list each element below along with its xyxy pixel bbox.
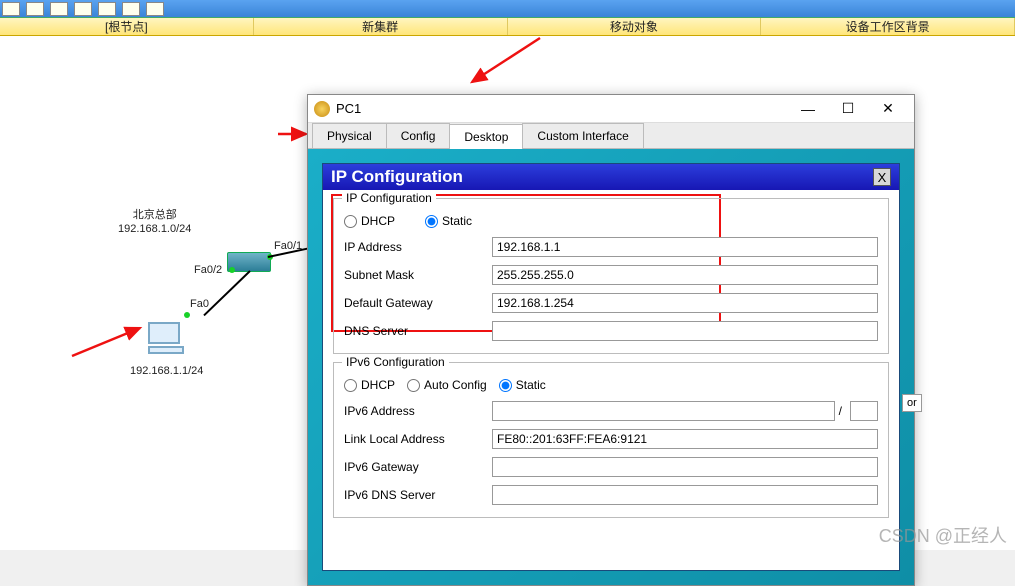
pc-dialog: PC1 — ☐ ✕ Physical Config Desktop Custom…	[307, 94, 915, 586]
pc-device[interactable]	[148, 322, 190, 354]
ipv6-gw-label: IPv6 Gateway	[344, 460, 492, 474]
panel-title: IP Configuration	[331, 167, 463, 187]
ipv6-gateway-input[interactable]	[492, 457, 878, 477]
ipv6-dns-label: IPv6 DNS Server	[344, 488, 492, 502]
tab-desktop[interactable]: Desktop	[449, 124, 523, 149]
tab-strip: Physical Config Desktop Custom Interface	[308, 123, 914, 149]
panel-close-button[interactable]: X	[873, 168, 891, 186]
gateway-input[interactable]	[492, 293, 878, 313]
ipv6-dns-input[interactable]	[492, 485, 878, 505]
mask-label: Subnet Mask	[344, 268, 492, 282]
toolbar-icon[interactable]	[98, 2, 116, 16]
toolbar-icon[interactable]	[50, 2, 68, 16]
toolbar-icon[interactable]	[146, 2, 164, 16]
link-local-input[interactable]	[492, 429, 878, 449]
ipv4-group: IP Configuration DHCP Static IP Address …	[333, 198, 889, 354]
dialog-title: PC1	[336, 101, 788, 116]
workspace-canvas[interactable]: 北京总部 192.168.1.0/24 Fa0/1 Fa0/2 Fa0 192.…	[0, 36, 1015, 550]
close-button[interactable]: ✕	[868, 97, 908, 121]
ipv6-address-input[interactable]	[492, 401, 835, 421]
menu-root-node[interactable]: [根节点]	[0, 18, 254, 35]
ip-config-panel: IP Configuration X IP Configuration DHCP…	[322, 163, 900, 571]
pc-addr-label: 192.168.1.1/24	[130, 364, 203, 378]
radio-static[interactable]: Static	[425, 214, 472, 228]
maximize-button[interactable]: ☐	[828, 97, 868, 121]
tab-config[interactable]: Config	[386, 123, 451, 148]
minimize-button[interactable]: —	[788, 97, 828, 121]
ipv6-group: IPv6 Configuration DHCP Auto Config Stat…	[333, 362, 889, 518]
ipv6-prefix-input[interactable]	[850, 401, 878, 421]
menu-new-cluster[interactable]: 新集群	[254, 18, 508, 35]
dns-label: DNS Server	[344, 324, 492, 338]
subnet-mask-input[interactable]	[492, 265, 878, 285]
ipv6-addr-label: IPv6 Address	[344, 404, 492, 418]
group-legend: IP Configuration	[342, 191, 436, 205]
radio-dhcp-v6[interactable]: DHCP	[344, 378, 395, 392]
watermark: CSDN @正经人	[879, 522, 1007, 548]
radio-autoconfig[interactable]: Auto Config	[407, 378, 487, 392]
toolbar-icon[interactable]	[74, 2, 92, 16]
annotation-arrow	[460, 34, 550, 94]
annotation-arrow	[70, 316, 150, 366]
toolbar-icon[interactable]	[2, 2, 20, 16]
link-local-label: Link Local Address	[344, 432, 492, 446]
toolbar-icon[interactable]	[26, 2, 44, 16]
toolbar	[0, 0, 1015, 18]
menu-move-object[interactable]: 移动对象	[508, 18, 762, 35]
tab-physical[interactable]: Physical	[312, 123, 387, 148]
pc-icon	[314, 101, 330, 117]
dns-input[interactable]	[492, 321, 878, 341]
menu-device-bg[interactable]: 设备工作区背景	[761, 18, 1015, 35]
port-label: Fa0/2	[194, 263, 222, 277]
group-legend: IPv6 Configuration	[342, 355, 449, 369]
radio-dhcp[interactable]: DHCP	[344, 214, 395, 228]
site-label: 北京总部 192.168.1.0/24	[118, 208, 191, 237]
menubar: [根节点] 新集群 移动对象 设备工作区背景	[0, 18, 1015, 36]
ip-address-input[interactable]	[492, 237, 878, 257]
radio-static-v6[interactable]: Static	[499, 378, 546, 392]
toolbar-icon[interactable]	[122, 2, 140, 16]
tab-custom[interactable]: Custom Interface	[522, 123, 643, 148]
side-indicator: or	[902, 394, 922, 412]
dialog-titlebar[interactable]: PC1 — ☐ ✕	[308, 95, 914, 123]
gw-label: Default Gateway	[344, 296, 492, 310]
ip-label: IP Address	[344, 240, 492, 254]
port-label: Fa0	[190, 297, 209, 311]
desktop-background: IP Configuration X IP Configuration DHCP…	[308, 149, 914, 585]
